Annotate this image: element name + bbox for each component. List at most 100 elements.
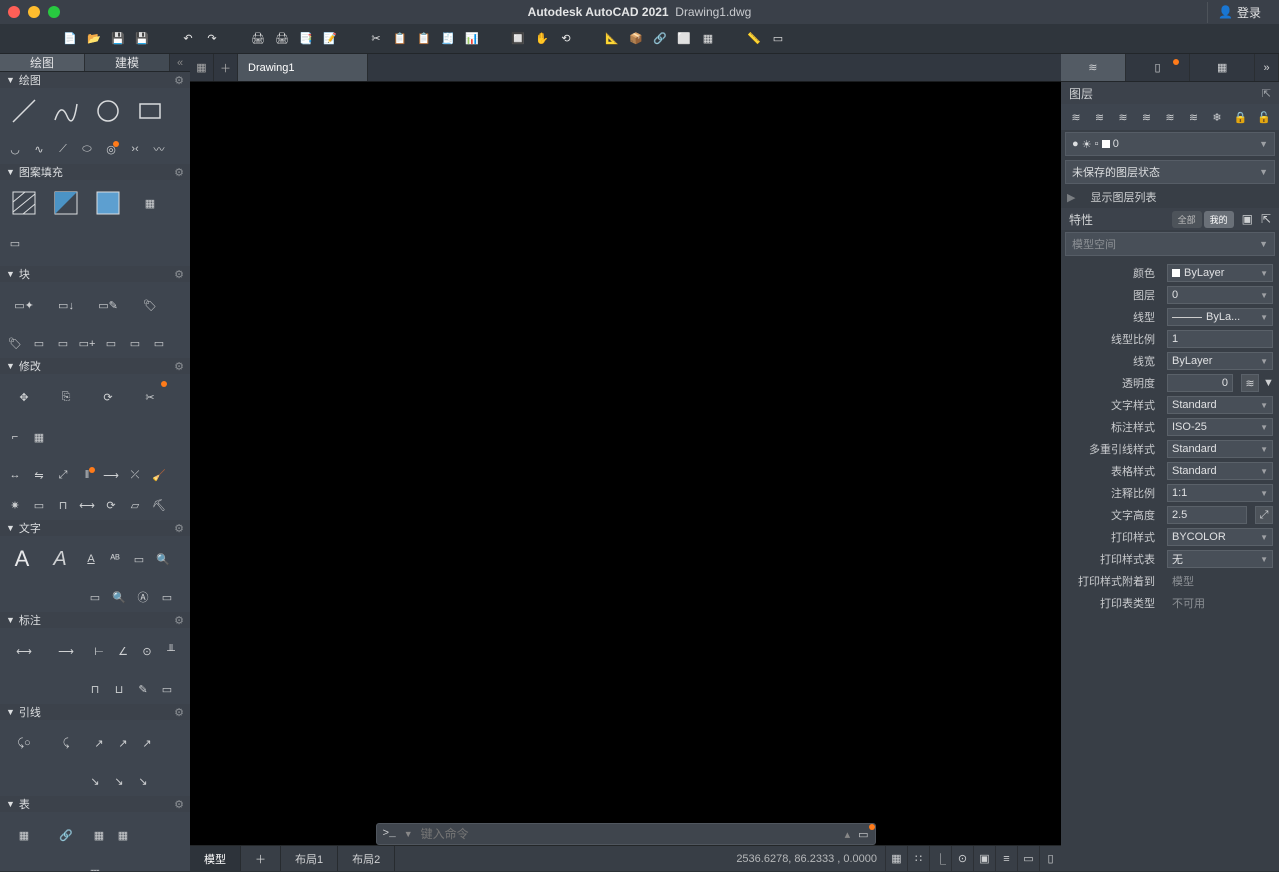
hatch-palette-icon[interactable]: ▦ — [698, 29, 718, 49]
basepoint-icon[interactable]: ▭ — [124, 332, 146, 354]
leader-tool-icon[interactable]: ⤹ — [46, 724, 86, 762]
text-height-field[interactable]: 2.5 — [1167, 506, 1247, 524]
command-options-icon[interactable]: ▭ — [858, 828, 868, 841]
layer-state-3-icon[interactable]: ≋ — [1114, 108, 1132, 126]
minimize-window-button[interactable] — [28, 6, 40, 18]
ray-tool-icon[interactable]: ⟋ — [52, 138, 74, 160]
command-bar[interactable]: >_ ▼ ▴ ▭ — [376, 823, 876, 845]
layer-state-5-icon[interactable]: ≋ — [1161, 108, 1179, 126]
overkill-icon[interactable]: ⛏ — [148, 494, 170, 516]
left-tab-model[interactable]: 建模 — [85, 54, 170, 71]
quick-props-icon[interactable]: ▣ — [1242, 212, 1253, 226]
otrack-toggle-icon[interactable]: ≡ — [995, 846, 1017, 872]
radius-dim-icon[interactable]: ⊙ — [136, 632, 158, 670]
space-dropdown[interactable]: 模型空间▼ — [1065, 232, 1275, 256]
donut-tool-icon[interactable]: ◎ — [100, 138, 122, 160]
trim-tool-icon[interactable]: ✂ — [130, 378, 170, 416]
text-style-field[interactable]: Standard▼ — [1167, 396, 1273, 414]
linear-dim-icon[interactable]: ⟷ — [4, 632, 44, 670]
section-table-header[interactable]: 表 — [19, 796, 30, 812]
new-file-icon[interactable]: 📄 — [60, 29, 80, 49]
mleader-remove-icon[interactable]: ↘ — [84, 770, 106, 792]
print-icon[interactable]: 🖨 — [248, 29, 268, 49]
redo-icon[interactable]: ↷ — [202, 29, 222, 49]
extend-icon[interactable]: ⟶ — [100, 464, 122, 486]
layer-lock-icon[interactable]: 🔒 — [1232, 108, 1250, 126]
undo-icon[interactable]: ↶ — [178, 29, 198, 49]
section-block-header[interactable]: 块 — [19, 266, 30, 282]
measure-icon[interactable]: 📏 — [744, 29, 764, 49]
section-hatch-header[interactable]: 图案填充 — [19, 164, 63, 180]
show-layer-list-button[interactable]: ▶ 显示图层列表 — [1061, 186, 1279, 208]
stretch-icon[interactable]: ↔ — [4, 464, 26, 486]
transparency-field[interactable]: 0 — [1167, 374, 1233, 392]
erase-icon[interactable]: 🧹 — [148, 464, 170, 486]
right-tab-tables[interactable]: ▦ — [1190, 54, 1255, 81]
layout-tab-1[interactable]: 布局1 — [281, 846, 338, 871]
solid-fill-icon[interactable] — [88, 184, 128, 222]
sketch-tool-icon[interactable]: 〰 — [148, 138, 170, 160]
layer-state-dropdown[interactable]: 未保存的图层状态▼ — [1065, 160, 1275, 184]
attr-sync-icon[interactable]: ▭ — [28, 332, 50, 354]
new-tab-icon[interactable]: ＋ — [214, 54, 238, 81]
left-tab-draw[interactable]: 绘图 — [0, 54, 85, 71]
zoom-window-icon[interactable]: 🔲 — [508, 29, 528, 49]
osnap-toggle-icon[interactable]: ▣ — [973, 846, 995, 872]
break-icon[interactable]: ⤫ — [124, 464, 146, 486]
snap-toggle-icon[interactable]: ∷ — [907, 846, 929, 872]
table-style-icon[interactable]: ▦ — [112, 816, 134, 854]
mleader-align-icon[interactable]: ↗ — [88, 724, 110, 762]
qleader-icon[interactable]: ↘ — [132, 770, 154, 792]
table-edit-icon[interactable]: ▦ — [88, 816, 110, 854]
gear-icon[interactable]: ⚙ — [174, 74, 184, 87]
section-modify-header[interactable]: 修改 — [19, 358, 41, 374]
save-icon[interactable]: 💾 — [108, 29, 128, 49]
pedit-icon[interactable]: ⟳ — [100, 494, 122, 516]
grid-toggle-icon[interactable]: ▦ — [885, 846, 907, 872]
layer-state-4-icon[interactable]: ≋ — [1138, 108, 1156, 126]
mleader-collect-icon[interactable]: ↗ — [112, 724, 134, 762]
block-editor-icon[interactable]: ▭ — [52, 332, 74, 354]
gear-icon[interactable]: ⚙ — [174, 706, 184, 719]
plot-preview-icon[interactable]: 🖨 — [272, 29, 292, 49]
hatch-tool-icon[interactable] — [4, 184, 44, 222]
props-scope-mine-button[interactable]: 我的 — [1204, 211, 1234, 228]
lengthen-icon[interactable]: ⟷ — [76, 494, 98, 516]
ellipse-tool-icon[interactable]: ⬭ — [76, 138, 98, 160]
layer-field[interactable]: 0▼ — [1167, 286, 1273, 304]
paste-icon[interactable]: 📋 — [414, 29, 434, 49]
rotate-tool-icon[interactable]: ⟳ — [88, 378, 128, 416]
gear-icon[interactable]: ⚙ — [174, 614, 184, 627]
chevron-down-icon[interactable]: ▼ — [404, 829, 413, 839]
ortho-toggle-icon[interactable]: ⎿ — [929, 846, 951, 872]
dim-space-icon[interactable]: ⊔ — [108, 678, 130, 700]
maximize-window-button[interactable] — [48, 6, 60, 18]
field-icon[interactable]: ▭ — [128, 540, 150, 578]
right-tab-overflow[interactable]: » — [1255, 54, 1279, 81]
edit-block-icon[interactable]: ▭✎ — [88, 286, 128, 324]
command-history-icon[interactable]: ▴ — [845, 828, 851, 841]
current-layer-dropdown[interactable]: ● ☀ ▫ 0▼ — [1065, 132, 1275, 156]
layer-state-1-icon[interactable]: ≋ — [1067, 108, 1085, 126]
polar-toggle-icon[interactable]: ⊙ — [951, 846, 973, 872]
anno-scale-field[interactable]: 1:1▼ — [1167, 484, 1273, 502]
angular-dim-icon[interactable]: ∠ — [112, 632, 134, 670]
layout-tab-2[interactable]: 布局2 — [338, 846, 395, 871]
copy-tool-icon[interactable]: ⎘ — [46, 378, 86, 416]
datalink-tool-icon[interactable]: 🔗 — [46, 816, 86, 854]
open-file-icon[interactable]: 📂 — [84, 29, 104, 49]
ordinate-dim-icon[interactable]: ╨ — [160, 632, 182, 670]
gear-icon[interactable]: ⚙ — [174, 360, 184, 373]
canvas[interactable] — [190, 82, 1061, 845]
count-icon[interactable]: ▭ — [100, 332, 122, 354]
attr-def-icon[interactable]: 🏷 — [4, 332, 26, 354]
table-style-field[interactable]: Standard▼ — [1167, 462, 1273, 480]
dim-style-field[interactable]: ISO-25▼ — [1167, 418, 1273, 436]
layer-state-6-icon[interactable]: ≋ — [1185, 108, 1203, 126]
select-icon[interactable]: ▭ — [768, 29, 788, 49]
align-icon[interactable]: ▭ — [28, 494, 50, 516]
mirror-icon[interactable]: ⇋ — [28, 464, 50, 486]
mleader-style-icon[interactable]: ↘ — [108, 770, 130, 792]
plot-style-table-field[interactable]: 无▼ — [1167, 550, 1273, 568]
gradient-tool-icon[interactable] — [46, 184, 86, 222]
